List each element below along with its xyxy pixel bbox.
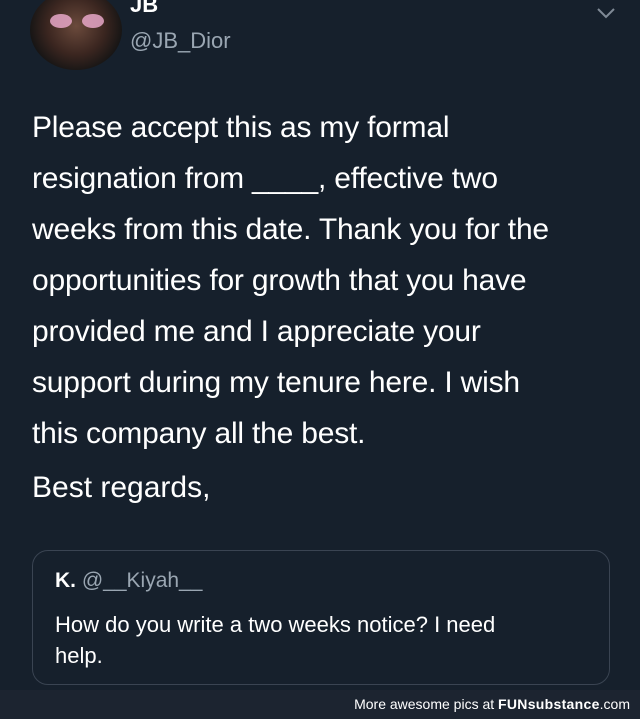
quoted-text: How do you write a two weeks notice? I n…	[55, 609, 595, 671]
quoted-tweet[interactable]: K. @__Kiyah__ How do you write a two wee…	[32, 550, 610, 685]
watermark-suffix: .com	[599, 696, 630, 712]
tweet-line: Please accept this as my formal	[32, 111, 450, 144]
tweet-closing: Best regards,	[32, 471, 211, 504]
quoted-name: K.	[55, 569, 76, 592]
tweet-line: provided me and I appreciate your	[32, 315, 481, 348]
watermark-footer: More awesome pics at FUNsubstance.com	[0, 690, 640, 719]
tweet-line: resignation from ____, effective two	[32, 162, 498, 195]
avatar-lens-right	[82, 14, 104, 28]
tweet-line: support during my tenure here. I wish	[32, 366, 520, 399]
watermark-text: More awesome pics at FUNsubstance.com	[354, 696, 630, 712]
watermark-prefix: More awesome pics at	[354, 696, 495, 712]
watermark-brand[interactable]: FUNsubstance	[498, 696, 600, 712]
quoted-author: K. @__Kiyah__	[55, 569, 202, 593]
tweet-body: Please accept this as my formal resignat…	[32, 102, 617, 459]
tweet-card: JB @JB_Dior Please accept this as my for…	[0, 0, 640, 690]
avatar-glasses	[50, 14, 104, 28]
tweet-line: this company all the best.	[32, 417, 366, 450]
quoted-handle: @__Kiyah__	[81, 569, 203, 592]
display-name[interactable]: JB	[130, 0, 158, 18]
tweet-line: weeks from this date. Thank you for the	[32, 213, 549, 246]
tweet-line: opportunities for growth that you have	[32, 264, 527, 297]
chevron-down-icon[interactable]	[596, 6, 616, 20]
avatar-lens-left	[50, 14, 72, 28]
avatar[interactable]	[30, 0, 122, 70]
quoted-line: help.	[55, 643, 103, 668]
user-handle[interactable]: @JB_Dior	[130, 28, 231, 54]
quoted-line: How do you write a two weeks notice? I n…	[55, 612, 496, 637]
